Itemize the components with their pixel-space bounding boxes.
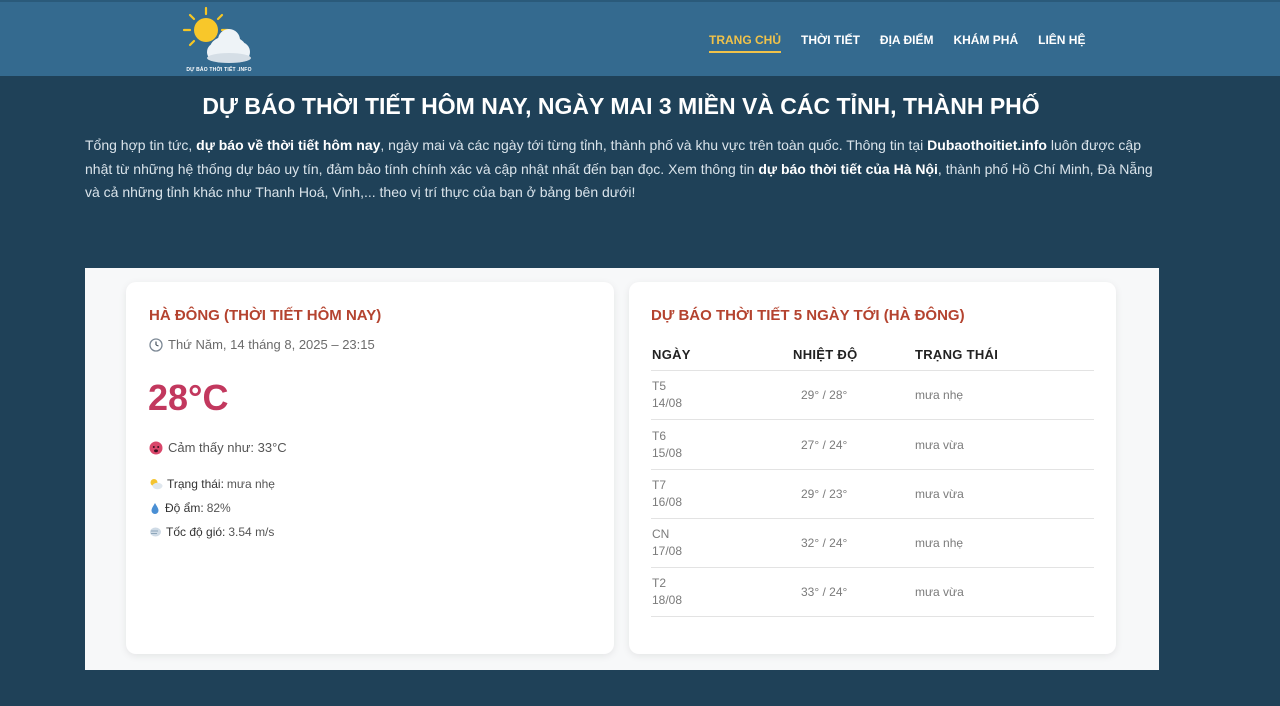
forecast-date: 17/08 [652,544,683,558]
header-divider [651,370,1094,371]
status-value: mưa nhẹ [226,477,275,491]
nav-explore[interactable]: KHÁM PHÁ [953,33,1018,53]
humidity-label: Độ ẩm: [165,501,204,515]
current-datetime: Thứ Năm, 14 tháng 8, 2025 – 23:15 [149,337,375,352]
forecast-temp: 29° / 23° [801,487,848,501]
hot-face-icon [149,441,163,454]
forecast-date: 16/08 [652,495,683,509]
humidity-row: Độ ẩm: 82% [149,501,231,515]
feels-like: Cảm thấy như: 33°C [149,440,287,455]
current-weather-title: HÀ ĐÔNG (THỜI TIẾT HÔM NAY) [149,307,382,324]
forecast-state: mưa vừa [915,438,964,452]
forecast-state: mưa nhẹ [915,536,964,550]
wind-value: 3.54 m/s [228,525,275,539]
col-header-status: TRẠNG THÁI [915,347,999,362]
current-weather-card: HÀ ĐÔNG (THỜI TIẾT HÔM NAY) Thứ Năm, 14 … [126,282,614,654]
nav-home[interactable]: TRANG CHỦ [709,33,781,53]
logo-text: DỰ BÁO THỜI TIẾT .INFO [186,67,252,73]
nav-contact[interactable]: LIÊN HỆ [1038,33,1085,53]
forecast-day: T5 [652,379,667,393]
status-row: Trạng thái: mưa nhẹ [149,477,275,491]
datetime-text: Thứ Năm, 14 tháng 8, 2025 – 23:15 [168,337,375,352]
row-divider [651,469,1094,470]
wind-row: Tốc độ gió: 3.54 m/s [149,525,274,539]
forecast-state: mưa vừa [915,487,964,501]
forecast-temp: 32° / 24° [801,536,848,550]
forecast-temp: 27° / 24° [801,438,848,452]
wind-icon [150,527,161,537]
intro-site-name: Dubaothoitiet.info [927,137,1047,153]
forecast-temp: 33° / 24° [801,585,848,599]
row-divider [651,518,1094,519]
wind-label: Tốc độ gió: [166,525,226,539]
forecast-day: T2 [652,576,667,590]
humidity-value: 82% [206,501,231,515]
forecast-state: mưa nhẹ [915,388,964,402]
row-divider [651,616,1094,617]
forecast-card: DỰ BÁO THỜI TIẾT 5 NGÀY TỚI (HÀ ĐÔNG) NG… [629,282,1116,654]
intro-part: , ngày mai và các ngày tới từng tỉnh, th… [380,137,928,153]
clock-icon [149,337,163,352]
droplet-icon [151,502,159,514]
forecast-title: DỰ BÁO THỜI TIẾT 5 NGÀY TỚI (HÀ ĐÔNG) [651,307,965,324]
current-temperature: 28°C [148,377,229,418]
forecast-date: 14/08 [652,396,683,410]
row-divider [651,567,1094,568]
page-title: DỰ BÁO THỜI TIẾT HÔM NAY, NGÀY MAI 3 MIỀ… [202,93,1040,119]
col-header-day: NGÀY [652,347,691,362]
forecast-date: 18/08 [652,593,683,607]
forecast-temp: 29° / 28° [801,388,848,402]
row-divider [651,419,1094,420]
nav-locations[interactable]: ĐỊA ĐIỂM [880,33,934,53]
intro-part: Tổng hợp tin tức, [85,137,197,153]
sun-behind-cloud-icon [150,479,163,490]
sun-cloud-icon [182,6,251,63]
intro-hanoi-link[interactable]: dự báo thời tiết của Hà Nội [758,161,938,177]
forecast-day: CN [652,527,670,541]
intro-bold-link[interactable]: dự báo về thời tiết hôm nay [196,137,380,153]
col-header-temp: NHIỆT ĐỘ [793,347,858,362]
intro-text: Tổng hợp tin tức, dự báo về thời tiết hô… [85,134,1165,205]
forecast-day: T6 [652,429,667,443]
feels-like-text: Cảm thấy như: 33°C [168,440,287,455]
nav-weather[interactable]: THỜI TIẾT [801,33,860,53]
forecast-date: 15/08 [652,446,683,460]
status-label: Trạng thái: [167,477,224,491]
site-header: DỰ BÁO THỜI TIẾT .INFO TRANG CHỦ THỜI TI… [0,0,1280,76]
forecast-day: T7 [652,478,667,492]
forecast-state: mưa vừa [915,585,964,599]
site-logo[interactable]: DỰ BÁO THỜI TIẾT .INFO [182,6,256,76]
main-nav: TRANG CHỦ THỜI TIẾT ĐỊA ĐIỂM KHÁM PHÁ LI… [709,33,1105,53]
